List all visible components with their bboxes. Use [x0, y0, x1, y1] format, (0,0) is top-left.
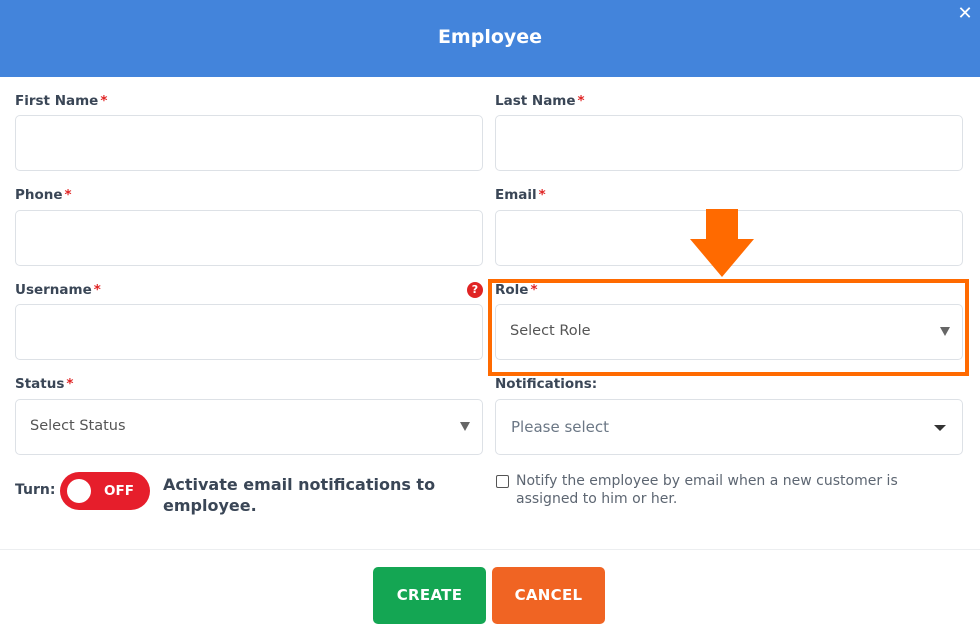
- status-label: Status *: [15, 376, 73, 392]
- role-highlight-box: [488, 279, 969, 376]
- create-button[interactable]: CREATE: [373, 567, 486, 624]
- caret-down-icon: [460, 422, 470, 431]
- username-label-text: Username: [15, 282, 92, 298]
- notify-customer-checkbox[interactable]: [496, 475, 509, 488]
- required-mark: *: [577, 93, 585, 109]
- username-input[interactable]: [15, 304, 483, 360]
- dialog-title: Employee: [437, 26, 543, 48]
- required-mark: *: [538, 187, 546, 203]
- notify-customer-label: Notify the employee by email when a new …: [516, 473, 898, 507]
- phone-label: Phone *: [15, 187, 72, 203]
- status-select[interactable]: Select Status: [15, 399, 483, 455]
- last-name-label-text: Last Name: [495, 93, 576, 109]
- dialog-header: Employee ✕: [0, 0, 980, 77]
- toggle-description: Activate email notifications to employee…: [163, 475, 436, 515]
- close-icon[interactable]: ✕: [955, 4, 975, 24]
- last-name-label: Last Name *: [495, 93, 585, 109]
- notifications-select-value: Please select: [511, 418, 610, 436]
- required-mark: *: [64, 187, 72, 203]
- phone-input[interactable]: [15, 210, 483, 266]
- status-label-text: Status: [15, 376, 65, 392]
- toggle-state: OFF: [104, 483, 134, 499]
- first-name-label: First Name *: [15, 93, 107, 109]
- last-name-input[interactable]: [495, 115, 963, 171]
- turn-label: Turn:: [15, 482, 56, 498]
- arrow-down-icon: [690, 209, 754, 277]
- first-name-label-text: First Name: [15, 93, 99, 109]
- phone-label-text: Phone: [15, 187, 63, 203]
- help-icon[interactable]: ?: [467, 282, 483, 298]
- status-select-value: Select Status: [30, 418, 126, 434]
- email-notifications-toggle[interactable]: OFF: [60, 472, 150, 510]
- footer-divider: [0, 549, 980, 550]
- toggle-knob: [67, 479, 91, 503]
- email-label-text: Email: [495, 187, 537, 203]
- email-label: Email *: [495, 187, 546, 203]
- required-mark: *: [66, 376, 74, 392]
- required-mark: *: [93, 282, 101, 298]
- username-label: Username *: [15, 282, 101, 298]
- notifications-select[interactable]: Please select: [495, 399, 963, 455]
- caret-down-icon: [934, 425, 946, 431]
- cancel-button[interactable]: CANCEL: [492, 567, 605, 624]
- first-name-input[interactable]: [15, 115, 483, 171]
- required-mark: *: [100, 93, 108, 109]
- notifications-label: Notifications:: [495, 376, 598, 392]
